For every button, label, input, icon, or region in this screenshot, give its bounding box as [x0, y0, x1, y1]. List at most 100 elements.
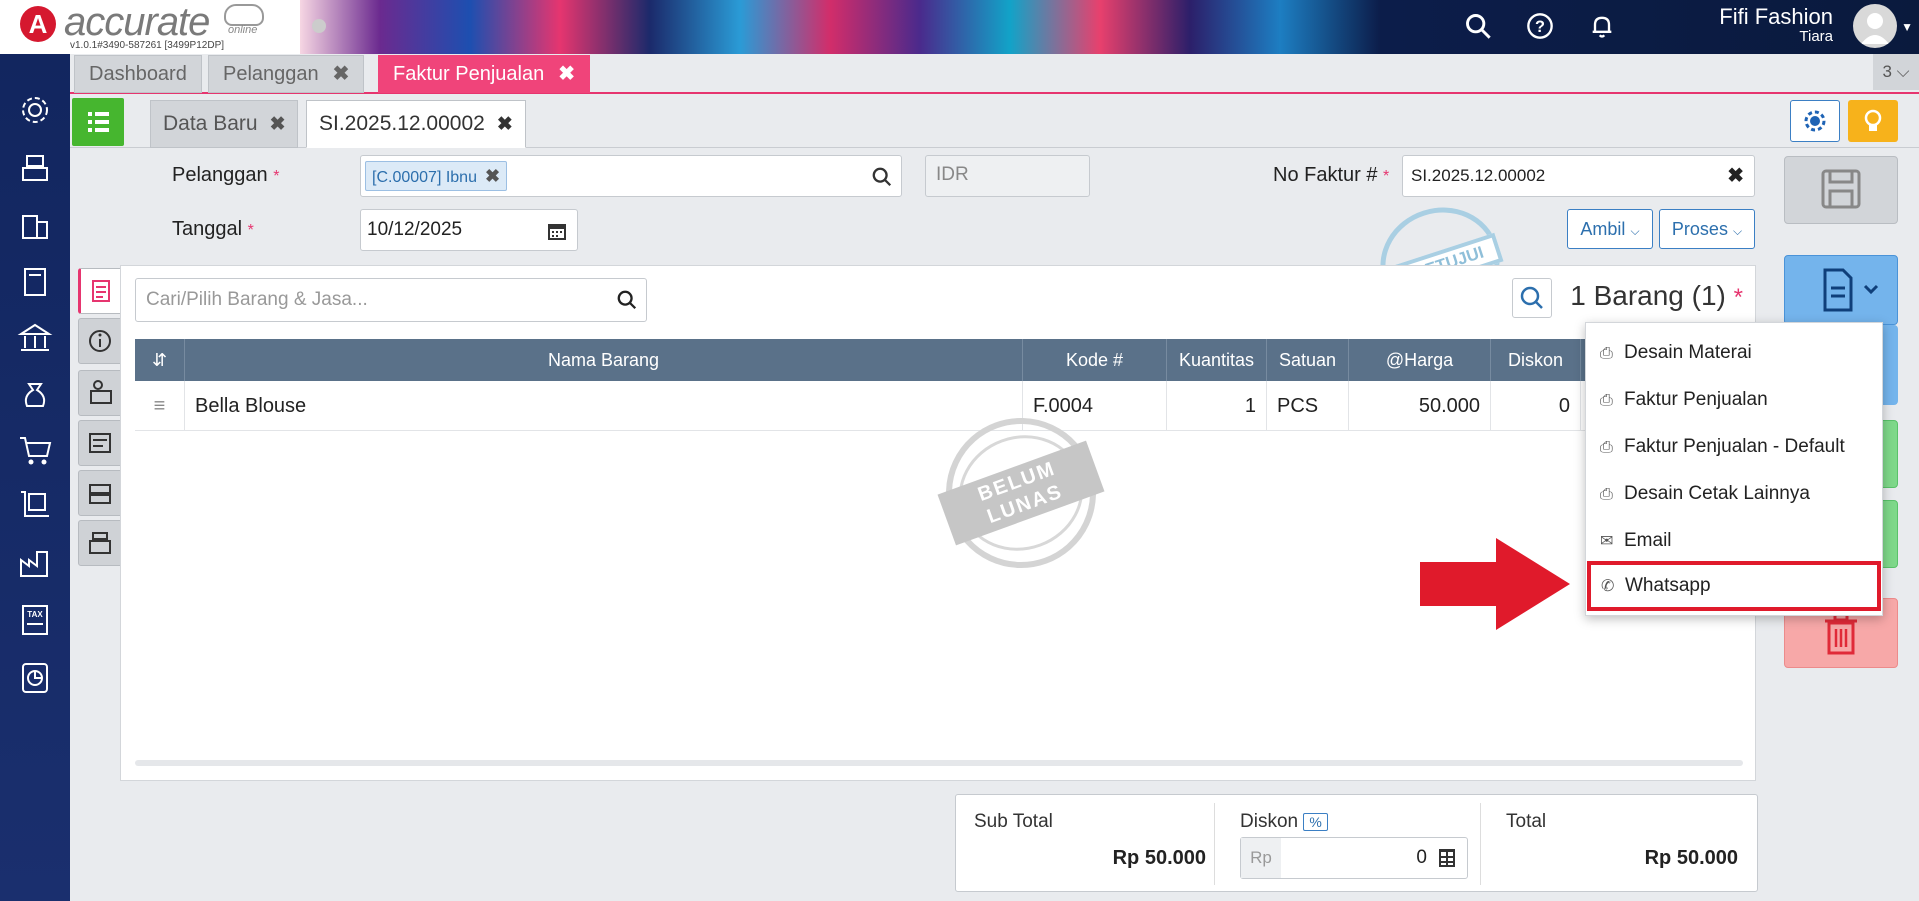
money-bag-icon[interactable] — [17, 376, 53, 412]
sort-handle-icon[interactable]: ⇵ — [135, 339, 185, 381]
cell-harga: 50.000 — [1349, 381, 1491, 431]
no-faktur-input[interactable]: SI.2025.12.00002 ✖ — [1402, 155, 1755, 197]
tanggal-label-text: Tanggal — [172, 218, 243, 240]
tab-dashboard[interactable]: Dashboard — [74, 55, 202, 93]
vtab-expense[interactable] — [78, 420, 122, 466]
cell-nama: Bella Blouse — [185, 381, 1023, 431]
bell-icon[interactable] — [1588, 12, 1616, 40]
col-harga[interactable]: @Harga — [1349, 339, 1491, 381]
cashier-icon[interactable] — [17, 150, 53, 186]
calendar-icon[interactable] — [547, 221, 567, 241]
help-icon[interactable]: ? — [1526, 12, 1554, 40]
row-drag-icon[interactable]: ≡ — [135, 381, 185, 431]
pelanggan-label-text: Pelanggan — [172, 164, 268, 186]
menu-item-faktur-penjualan-default[interactable]: ⎙ Faktur Penjualan - Default — [1586, 424, 1882, 470]
clear-icon[interactable]: ✖ — [1727, 163, 1744, 188]
pelanggan-input[interactable]: [C.00007] Ibnu ✖ — [360, 155, 902, 197]
module-tabs: Dashboard Pelanggan ✖ Faktur Penjualan ✖ 3… — [70, 54, 1919, 94]
table-row[interactable]: ≡ Bella Blouse F.0004 1 PCS 50.000 0 — [135, 381, 1743, 431]
print-menu: ⎙ Desain Materai ⎙ Faktur Penjualan ⎙ Faktu… — [1585, 322, 1883, 616]
save-button[interactable] — [1784, 156, 1898, 224]
col-diskon[interactable]: Diskon — [1491, 339, 1581, 381]
find-item-button[interactable] — [1512, 278, 1552, 318]
close-icon[interactable]: ✖ — [558, 63, 575, 85]
top-header: A accurate online v1.0.1#3490-587261 [34… — [0, 0, 1919, 54]
menu-item-desain-cetak-lainnya[interactable]: ⎙ Desain Cetak Lainnya — [1586, 471, 1882, 517]
calculator-icon[interactable] — [1437, 848, 1457, 868]
tanggal-value: 10/12/2025 — [367, 219, 463, 240]
trolley-icon[interactable] — [17, 488, 53, 524]
ambil-button[interactable]: Ambil ⌵ — [1567, 209, 1653, 249]
subtotal-value: Rp 50.000 — [1112, 847, 1206, 869]
document-icon — [92, 280, 110, 302]
proses-button[interactable]: Proses ⌵ — [1659, 209, 1755, 249]
required-mark: * — [1733, 284, 1743, 311]
percent-toggle[interactable]: % — [1303, 813, 1328, 831]
status-dot-icon — [312, 19, 326, 33]
print-document-icon — [1823, 268, 1879, 312]
report-chart-icon[interactable] — [17, 660, 53, 696]
receipt-icon — [89, 433, 111, 453]
subtab-label: Data Baru — [163, 112, 258, 135]
tab-label: Pelanggan — [223, 63, 319, 85]
close-icon[interactable]: ✖ — [497, 114, 513, 135]
avatar[interactable] — [1853, 4, 1897, 48]
total-label: Total — [1506, 811, 1547, 832]
gear-icon[interactable] — [17, 92, 53, 128]
vtab-cost[interactable] — [78, 470, 122, 516]
bank-icon[interactable] — [17, 320, 53, 356]
customer-chip: [C.00007] Ibnu ✖ — [365, 161, 508, 191]
vtab-down-payment[interactable] — [78, 520, 122, 566]
print-button[interactable] — [1784, 255, 1898, 325]
menu-item-faktur-penjualan[interactable]: ⎙ Faktur Penjualan — [1586, 377, 1882, 423]
horizontal-scrollbar[interactable] — [135, 760, 1743, 766]
menu-item-email[interactable]: ✉ Email — [1586, 518, 1882, 564]
col-kode[interactable]: Kode # — [1023, 339, 1167, 381]
tab-pelanggan[interactable]: Pelanggan ✖ — [208, 55, 365, 93]
floppy-disk-icon — [1821, 169, 1861, 209]
tanggal-input[interactable]: 10/12/2025 — [360, 209, 578, 251]
tax-icon[interactable]: TAX — [17, 602, 53, 638]
cell-satuan: PCS — [1267, 381, 1349, 431]
col-kuantitas[interactable]: Kuantitas — [1167, 339, 1267, 381]
menu-item-label: Desain Materai — [1624, 342, 1752, 363]
chevron-down-icon[interactable]: ▼ — [1901, 20, 1913, 34]
diskon-input[interactable]: Rp 0 — [1240, 837, 1468, 879]
factory-icon[interactable] — [17, 546, 53, 582]
user-name: Fifi Fashion — [1719, 4, 1833, 29]
tab-count-dropdown[interactable]: 3 ⌵ — [1873, 54, 1919, 90]
no-faktur-value: SI.2025.12.00002 — [1411, 166, 1546, 185]
search-icon[interactable] — [871, 166, 893, 188]
book-icon[interactable] — [17, 264, 53, 300]
settings-button[interactable] — [1790, 100, 1840, 142]
gear-icon — [1804, 110, 1826, 132]
close-icon[interactable]: ✖ — [270, 114, 286, 135]
item-search-input[interactable]: Cari/Pilih Barang & Jasa... — [135, 278, 647, 322]
menu-item-whatsapp[interactable]: ✆ Whatsapp — [1587, 561, 1881, 611]
subtab-data-baru[interactable]: Data Baru ✖ — [150, 100, 299, 148]
list-view-button[interactable] — [72, 98, 124, 146]
cart-icon[interactable] — [17, 432, 53, 468]
search-icon[interactable] — [616, 289, 638, 311]
close-icon[interactable]: ✖ — [485, 166, 500, 186]
menu-item-desain-materai[interactable]: ⎙ Desain Materai — [1586, 330, 1882, 376]
close-icon[interactable]: ✖ — [333, 63, 350, 85]
vtab-items[interactable] — [78, 268, 122, 314]
red-arrow-icon — [1420, 538, 1570, 630]
sub-tabs: Data Baru ✖ SI.2025.12.00002 ✖ — [70, 96, 1919, 148]
subtab-invoice[interactable]: SI.2025.12.00002 ✖ — [306, 100, 526, 148]
col-satuan[interactable]: Satuan — [1267, 339, 1349, 381]
diskon-value: 0 — [1416, 847, 1427, 868]
col-nama-barang[interactable]: Nama Barang — [185, 339, 1023, 381]
tips-button[interactable] — [1848, 100, 1898, 142]
search-icon[interactable] — [1464, 12, 1492, 40]
currency-field: IDR — [925, 155, 1090, 197]
printer-icon: ⎙ — [1600, 439, 1613, 456]
tab-faktur-penjualan[interactable]: Faktur Penjualan ✖ — [378, 55, 590, 93]
menu-item-label: Desain Cetak Lainnya — [1624, 483, 1810, 504]
vtab-info[interactable] — [78, 318, 122, 364]
menu-item-label: Faktur Penjualan — [1624, 389, 1768, 410]
building-icon[interactable] — [17, 208, 53, 244]
vtab-payment[interactable] — [78, 370, 122, 416]
cash-register-icon — [89, 532, 111, 554]
